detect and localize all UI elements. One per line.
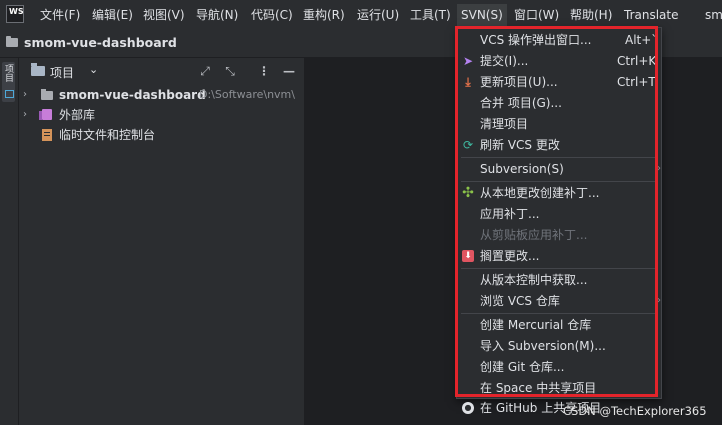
patch-icon: ✣: [462, 185, 474, 201]
menu-item-label: 在 Space 中共享项目: [480, 381, 597, 395]
svn-dropdown-menu: VCS 操作弹出窗口... Alt+` ➤ 提交(I)... Ctrl+K ⤓ …: [456, 27, 662, 415]
tree-row-project-root[interactable]: › smom-vue-dashboard D:\Software\nvm\: [19, 85, 304, 105]
menu-item-label: 创建 Mercurial 仓库: [480, 318, 592, 332]
menu-item-merge[interactable]: 合并 项目(G)...: [457, 93, 661, 113]
collapse-all-icon[interactable]: ⤡: [222, 63, 238, 79]
github-icon: ●: [462, 402, 474, 414]
menu-item-label: 合并 项目(G)...: [480, 96, 562, 110]
menu-navigate[interactable]: 导航(N): [196, 7, 238, 24]
menu-separator: [461, 268, 657, 269]
chevron-right-icon[interactable]: ›: [23, 105, 27, 125]
menu-edit[interactable]: 编辑(E): [92, 7, 133, 24]
menu-item-subversion[interactable]: Subversion(S) ›: [457, 159, 661, 179]
menu-item-create-mercurial[interactable]: 创建 Mercurial 仓库: [457, 315, 661, 335]
tree-label-external-libraries: 外部库: [59, 108, 96, 122]
menu-translate[interactable]: Translate: [624, 7, 679, 24]
tree-row-scratches[interactable]: 临时文件和控制台: [19, 125, 304, 145]
menu-refactor[interactable]: 重构(R): [303, 7, 345, 24]
refresh-icon: ⟳: [462, 138, 474, 152]
menu-item-label: 提交(I)...: [480, 54, 529, 68]
project-tool-tab[interactable]: 项目: [2, 62, 15, 102]
expand-all-icon[interactable]: ⤢: [197, 63, 213, 79]
menu-item-commit[interactable]: ➤ 提交(I)... Ctrl+K: [457, 51, 661, 71]
menu-separator: [461, 313, 657, 314]
menu-item-refresh-vcs[interactable]: ⟳ 刷新 VCS 更改: [457, 135, 661, 155]
menu-bar: WS 文件(F) 编辑(E) 视图(V) 导航(N) 代码(C) 重构(R) 运…: [0, 0, 722, 30]
folder-icon: [6, 36, 18, 47]
chevron-right-icon[interactable]: ›: [23, 85, 27, 105]
menu-item-label: 搁置更改...: [480, 249, 540, 263]
submenu-arrow-icon: ›: [657, 163, 661, 174]
menu-item-apply-patch[interactable]: 应用补丁...: [457, 204, 661, 224]
library-icon: [39, 109, 52, 120]
shortcut-label: Alt+`: [625, 33, 658, 47]
menu-window[interactable]: 窗口(W): [514, 7, 559, 24]
hide-panel-icon[interactable]: —: [281, 63, 297, 79]
project-panel: 项目 ⌄ ⤢ ⤡ ⋮ — › smom-vue-dashboard D:\Sof…: [19, 58, 305, 425]
menu-separator: [461, 157, 657, 158]
menu-item-label: 浏览 VCS 仓库: [480, 294, 560, 308]
folder-icon: [41, 89, 53, 100]
menu-item-create-git[interactable]: 创建 Git 仓库...: [457, 357, 661, 377]
window-title-fragment: sm: [705, 8, 722, 22]
submenu-arrow-icon: ›: [657, 295, 661, 306]
more-options-icon[interactable]: ⋮: [256, 63, 272, 79]
project-name[interactable]: smom-vue-dashboard: [24, 35, 177, 50]
scratch-file-icon: [42, 129, 52, 141]
menu-item-shelve[interactable]: ⬇ 搁置更改...: [457, 246, 661, 266]
menu-tools[interactable]: 工具(T): [410, 7, 451, 24]
menu-view[interactable]: 视图(V): [143, 7, 185, 24]
menu-item-label: 从版本控制中获取...: [480, 273, 588, 287]
menu-svn[interactable]: SVN(S): [457, 4, 507, 26]
tree-row-external-libraries[interactable]: › 外部库: [19, 105, 304, 125]
menu-code[interactable]: 代码(C): [251, 7, 293, 24]
menu-item-update-project[interactable]: ⤓ 更新项目(U)... Ctrl+T: [457, 72, 661, 92]
menu-item-vcs-popup[interactable]: VCS 操作弹出窗口... Alt+`: [457, 30, 661, 50]
update-arrow-icon: ⤓: [465, 75, 471, 89]
menu-file[interactable]: 文件(F): [40, 7, 80, 24]
project-tool-tab-label: 项目: [3, 64, 13, 82]
menu-run[interactable]: 运行(U): [357, 7, 399, 24]
menu-item-label: 从剪贴板应用补丁...: [480, 228, 588, 242]
menu-item-label: 刷新 VCS 更改: [480, 138, 560, 152]
menu-item-label: Subversion(S): [480, 162, 564, 176]
commit-arrow-icon: ➤: [462, 54, 474, 68]
menu-separator: [461, 181, 657, 182]
tool-window-strip: 项目: [0, 58, 19, 425]
shortcut-label: Ctrl+T: [617, 75, 656, 89]
menu-item-import-subversion[interactable]: 导入 Subversion(M)...: [457, 336, 661, 356]
menu-item-label: VCS 操作弹出窗口...: [480, 33, 592, 47]
menu-item-browse-vcs[interactable]: 浏览 VCS 仓库 ›: [457, 291, 661, 311]
menu-item-get-from-vcs[interactable]: 从版本控制中获取...: [457, 270, 661, 290]
project-panel-header: 项目 ⌄ ⤢ ⤡ ⋮ —: [19, 58, 304, 85]
menu-item-cleanup[interactable]: 清理项目: [457, 114, 661, 134]
project-panel-title[interactable]: 项目: [50, 64, 74, 81]
project-folder-icon: [31, 63, 45, 76]
menu-item-share-space[interactable]: 在 Space 中共享项目: [457, 378, 661, 398]
menu-item-label: 应用补丁...: [480, 207, 540, 221]
menu-item-apply-patch-clipboard: 从剪贴板应用补丁...: [457, 225, 661, 245]
chevron-down-icon[interactable]: ⌄: [89, 63, 98, 76]
menu-item-label: 清理项目: [480, 117, 529, 131]
menu-item-label: 更新项目(U)...: [480, 75, 558, 89]
menu-item-label: 导入 Subversion(M)...: [480, 339, 606, 353]
shortcut-label: Ctrl+K: [617, 54, 657, 68]
tree-label-scratches: 临时文件和控制台: [59, 128, 156, 142]
menu-item-label: 从本地更改创建补丁...: [480, 186, 600, 200]
webstorm-logo-icon: WS: [6, 5, 24, 23]
menu-help[interactable]: 帮助(H): [570, 7, 612, 24]
menu-item-create-patch[interactable]: ✣ 从本地更改创建补丁...: [457, 183, 661, 203]
tree-label-root: smom-vue-dashboard: [59, 88, 206, 102]
project-window-icon: [5, 90, 14, 98]
watermark-text: CSDN @TechExplorer365: [563, 404, 707, 418]
shelve-icon: ⬇: [462, 250, 474, 262]
menu-item-label: 创建 Git 仓库...: [480, 360, 565, 374]
tree-root-path: D:\Software\nvm\: [199, 88, 295, 101]
